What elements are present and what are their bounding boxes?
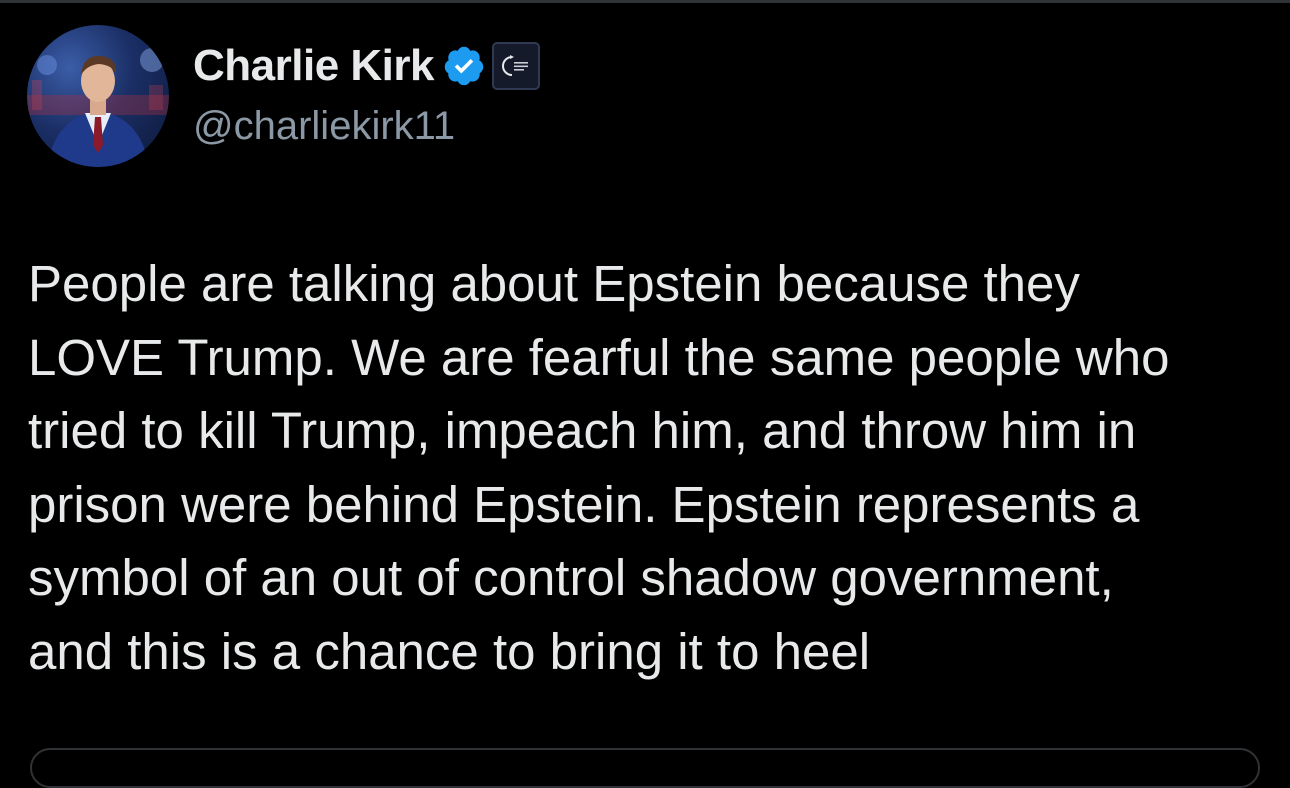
author-name-row: Charlie Kirk xyxy=(193,40,540,92)
tweet-text-line: People are talking about Epstein because… xyxy=(28,255,1080,312)
tweet-text-line: prison were behind Epstein. Epstein repr… xyxy=(28,475,1140,533)
affiliate-badge[interactable] xyxy=(491,42,540,90)
tweet-text-line: and this is a chance to bring it to heel xyxy=(28,622,871,680)
author-handle[interactable]: @charliekirk11 xyxy=(193,104,455,149)
tweet-text-line: tried to kill Trump, impeach him, and th… xyxy=(28,402,1137,459)
tweet-text-line: LOVE Trump. We are fearful the same peop… xyxy=(28,328,1170,386)
display-name[interactable]: Charlie Kirk xyxy=(193,41,434,91)
embedded-card-edge[interactable] xyxy=(30,748,1260,788)
avatar[interactable] xyxy=(27,25,169,167)
tweet-text: People are talking about Epstein because… xyxy=(28,247,1268,688)
avatar-portrait-icon xyxy=(27,48,169,167)
tweet-text-line: symbol of an out of control shadow gover… xyxy=(28,549,1114,606)
tweet: Charlie Kirk @charliekirk11 People are t… xyxy=(0,0,1290,788)
turning-point-usa-logo-icon xyxy=(501,55,528,76)
verified-badge-icon[interactable] xyxy=(442,44,486,88)
